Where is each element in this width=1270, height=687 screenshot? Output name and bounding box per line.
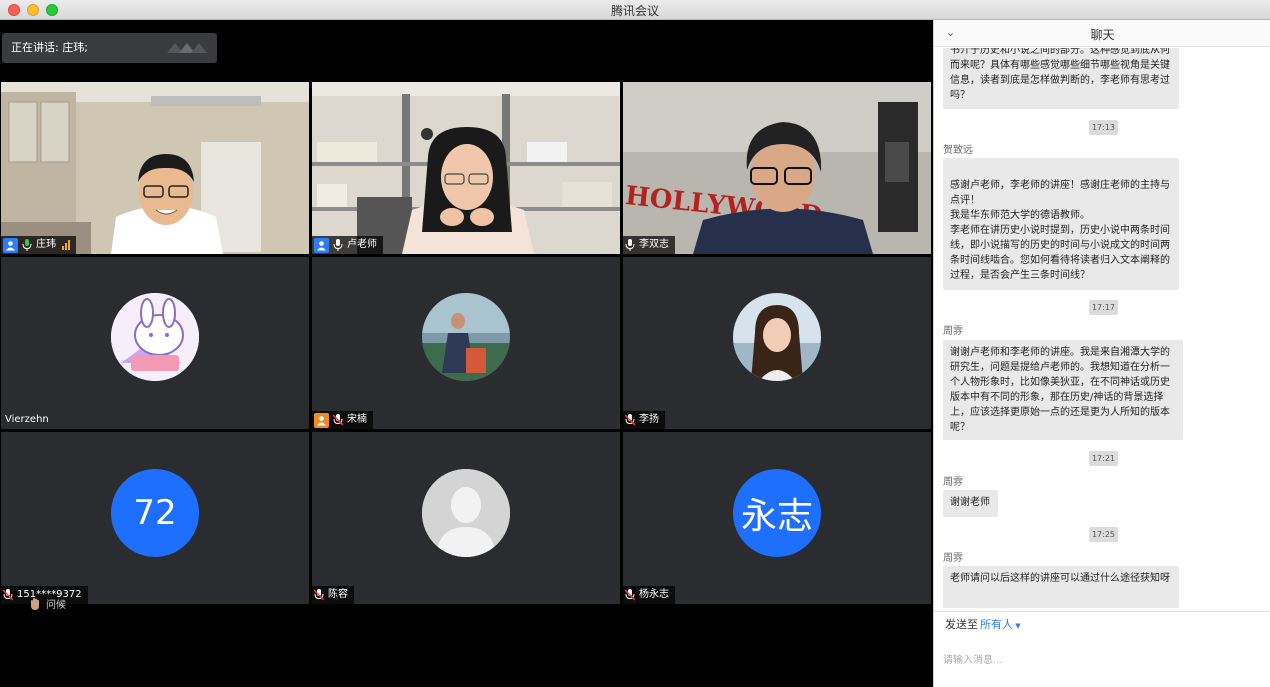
video-tile-chenrong[interactable]: 陈容 (312, 432, 620, 604)
chat-timestamp: 17:17 (1089, 300, 1118, 315)
chat-timestamp: 17:25 (1089, 527, 1118, 542)
avatar-vierzehn (111, 293, 199, 381)
nameplate-lu: 卢老师 (312, 236, 383, 254)
nameplate-lishuangzhi: 李双志 (623, 236, 675, 254)
microphone-on-icon (625, 239, 635, 251)
video-tile-vierzehn[interactable]: Vierzehn (1, 257, 309, 429)
nameplate-liyang: 李扬 (623, 411, 665, 429)
avatar-yangyongzhi: 永志 (733, 469, 821, 557)
window-title: 腾讯会议 (610, 4, 659, 18)
video-tile-151[interactable]: 72 151****9372 (1, 432, 309, 604)
cartoon-bunny-icon (111, 293, 199, 381)
chat-timestamp: 17:21 (1089, 451, 1118, 466)
cohost-user-icon (314, 412, 329, 428)
speaking-label: 正在讲话: 庄玮; (11, 41, 88, 54)
chat-sender: 周雰 (943, 553, 963, 564)
video-feed-lu (312, 82, 620, 254)
chat-message: 书介于历史和小说之间的部分。这种感觉到底从何而来呢？具体有哪些感觉哪些细节哪些视… (943, 48, 1179, 109)
title-bar: 腾讯会议 (0, 0, 1270, 20)
chat-sender: 贺致远 (943, 145, 973, 156)
chat-footer: 发送至 所有人 ▼ (934, 611, 1270, 687)
chat-message: 谢谢老师 (943, 490, 998, 517)
raised-hand-icon (31, 597, 39, 610)
nameplate-chenrong: 陈容 (312, 586, 354, 604)
video-tile-songnan[interactable]: 宋楠 (312, 257, 620, 429)
chat-panel: ⌄ 聊天 书介于历史和小说之间的部分。这种感觉到底从何而来呢？具体有哪些感觉哪些… (933, 20, 1270, 687)
video-tile-liyang[interactable]: 李扬 (623, 257, 931, 429)
video-feed-zhuangwei (1, 82, 309, 254)
microphone-muted-icon (314, 589, 324, 601)
dropdown-caret-icon: ▼ (1013, 622, 1021, 630)
video-tile-lishuangzhi[interactable]: HOLLYWOOD 李双志 (623, 82, 931, 254)
chat-timestamp: 17:13 (1089, 120, 1118, 135)
tencent-meeting-logo-icon (167, 43, 207, 53)
participant-name: 宋楠 (347, 414, 367, 425)
participant-name: 卢老师 (347, 239, 377, 250)
video-tile-lu[interactable]: 卢老师 (312, 82, 620, 254)
raise-hand-notice: 问候 (28, 596, 66, 611)
chat-sender: 周雰 (943, 477, 963, 488)
participant-name: 庄玮 (36, 239, 56, 250)
microphone-on-icon (22, 239, 32, 251)
video-tile-zhuangwei[interactable]: 庄玮 (1, 82, 309, 254)
video-grid: 正在讲话: 庄玮; 庄玮 卢老师 HOLLYWOOD 李双志 Vierzehn … (0, 20, 933, 687)
avatar-songnan (422, 293, 510, 381)
send-target-dropdown[interactable]: 所有人 ▼ (980, 616, 1021, 632)
nameplate-songnan: 宋楠 (312, 411, 373, 429)
microphone-muted-icon (3, 589, 13, 601)
profile-photo-icon (733, 293, 821, 381)
nameplate-yangyongzhi: 杨永志 (623, 586, 675, 604)
speaking-indicator: 正在讲话: 庄玮; (2, 33, 217, 63)
microphone-on-icon (333, 239, 343, 251)
chat-message: 老师请问以后这样的讲座可以通过什么途径获知呀 (943, 566, 1179, 608)
participant-name: 李扬 (639, 414, 659, 425)
nameplate-vierzehn: Vierzehn (1, 411, 55, 429)
participant-name: 李双志 (639, 239, 669, 250)
chat-message-list[interactable]: 书介于历史和小说之间的部分。这种感觉到底从何而来呢？具体有哪些感觉哪些细节哪些视… (934, 48, 1270, 611)
nameplate-zhuangwei: 庄玮 (1, 236, 76, 254)
avatar-151: 72 (111, 469, 199, 557)
host-user-icon (314, 237, 329, 253)
participant-name: 陈容 (328, 589, 348, 600)
network-signal-icon (62, 240, 70, 250)
chat-message: 谢谢卢老师和李老师的讲座。我是来自湘潭大学的研究生，问题是提给卢老师的。我想知道… (943, 340, 1183, 440)
chat-title: 聊天 (1090, 28, 1115, 42)
send-target-label: 所有人 (980, 618, 1013, 631)
profile-photo-icon (422, 293, 510, 381)
microphone-muted-icon (625, 589, 635, 601)
chat-message: 感谢卢老师，李老师的讲座！感谢庄老师的主持与点评！ 我是华东师范大学的德语教师。… (943, 158, 1179, 290)
default-user-icon (422, 469, 510, 557)
raise-hand-label: 问候 (46, 600, 66, 611)
participant-name: 杨永志 (639, 589, 669, 600)
video-feed-lishuangzhi: HOLLYWOOD (623, 82, 931, 254)
avatar-chenrong (422, 469, 510, 557)
microphone-muted-icon (625, 414, 635, 426)
send-to-label: 发送至 (945, 618, 978, 631)
avatar-liyang (733, 293, 821, 381)
chat-header: ⌄ 聊天 (934, 20, 1270, 47)
chat-message-input[interactable] (943, 640, 1261, 680)
video-tile-yangyongzhi[interactable]: 永志 杨永志 (623, 432, 931, 604)
meeting-window: 腾讯会议 正在讲话: 庄玮; 庄玮 卢老师 HOLLYWOOD 李双志 Vier… (0, 0, 1270, 687)
microphone-muted-icon (333, 414, 343, 426)
participant-name: Vierzehn (5, 414, 49, 425)
host-user-icon (3, 237, 18, 253)
chat-sender: 周雰 (943, 326, 963, 337)
